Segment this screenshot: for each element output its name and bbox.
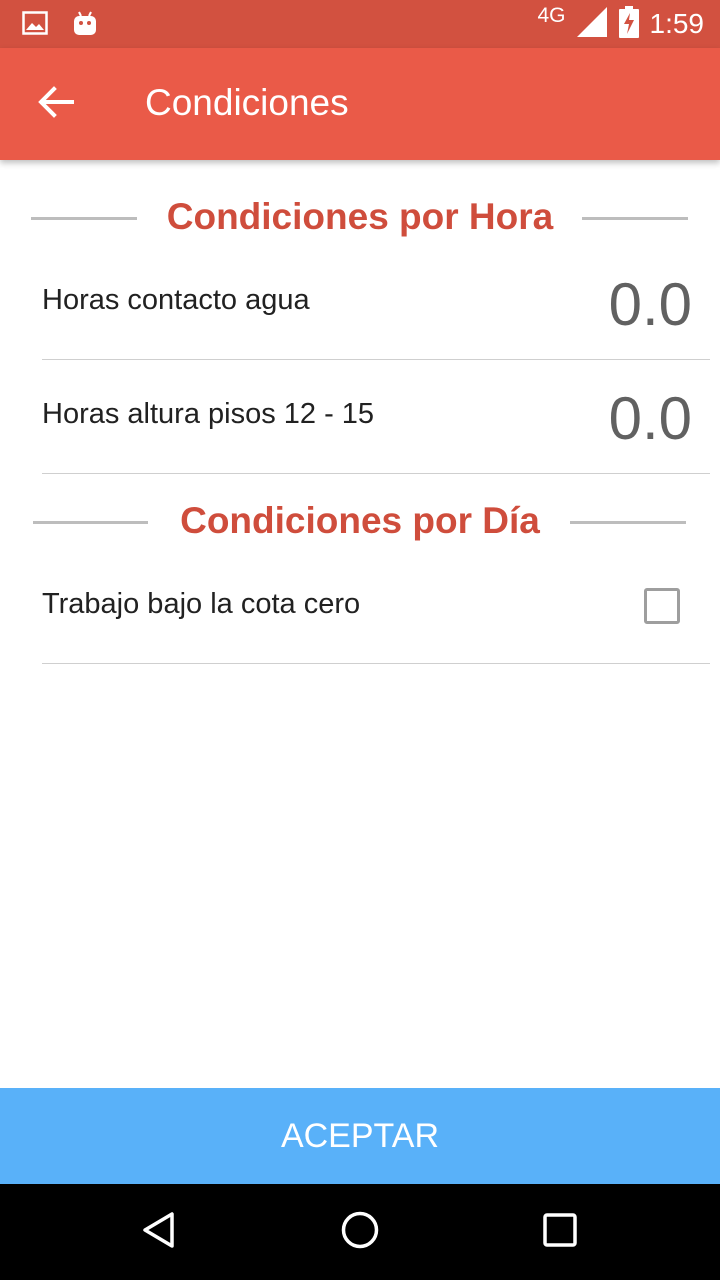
nav-recents-button[interactable] bbox=[530, 1202, 590, 1262]
row-label: Horas contacto agua bbox=[42, 284, 310, 316]
divider-line bbox=[570, 521, 686, 524]
android-icon bbox=[72, 10, 98, 41]
row-trabajo-bajo-cota-cero[interactable]: Trabajo bajo la cota cero bbox=[42, 550, 710, 664]
signal-icon bbox=[576, 6, 608, 43]
section-header-hora: Condiciones por Hora bbox=[0, 188, 720, 248]
row-horas-contacto-agua[interactable]: Horas contacto agua 0.0 bbox=[42, 246, 710, 360]
row-value[interactable]: 0.0 bbox=[609, 270, 692, 339]
status-time: 1:59 bbox=[649, 8, 705, 39]
home-circle-icon bbox=[340, 1210, 380, 1255]
row-value[interactable]: 0.0 bbox=[609, 384, 692, 453]
app-bar: Condiciones bbox=[0, 48, 720, 160]
divider-line bbox=[582, 217, 688, 220]
row-label: Horas altura pisos 12 - 15 bbox=[42, 398, 375, 430]
arrow-back-icon bbox=[38, 84, 74, 125]
status-bar: 4G 1:59 bbox=[0, 0, 720, 48]
section-header-dia: Condiciones por Día bbox=[0, 492, 720, 552]
page-title: Condiciones bbox=[145, 82, 349, 123]
row-horas-altura-pisos[interactable]: Horas altura pisos 12 - 15 0.0 bbox=[42, 360, 710, 474]
image-icon bbox=[22, 11, 48, 40]
back-button[interactable] bbox=[24, 72, 88, 136]
back-triangle-icon bbox=[140, 1210, 180, 1255]
nav-back-button[interactable] bbox=[130, 1202, 190, 1262]
nav-home-button[interactable] bbox=[330, 1202, 390, 1262]
conditions-form: Condiciones por Hora Horas contacto agua… bbox=[0, 160, 720, 1088]
recents-square-icon bbox=[540, 1210, 580, 1255]
accept-button[interactable]: ACEPTAR bbox=[0, 1088, 720, 1184]
trabajo-bajo-cota-checkbox[interactable] bbox=[644, 588, 680, 624]
battery-charging-icon bbox=[618, 5, 640, 43]
row-label: Trabajo bajo la cota cero bbox=[42, 588, 361, 620]
network-type: 4G bbox=[537, 4, 566, 27]
system-nav-bar bbox=[0, 1184, 720, 1280]
